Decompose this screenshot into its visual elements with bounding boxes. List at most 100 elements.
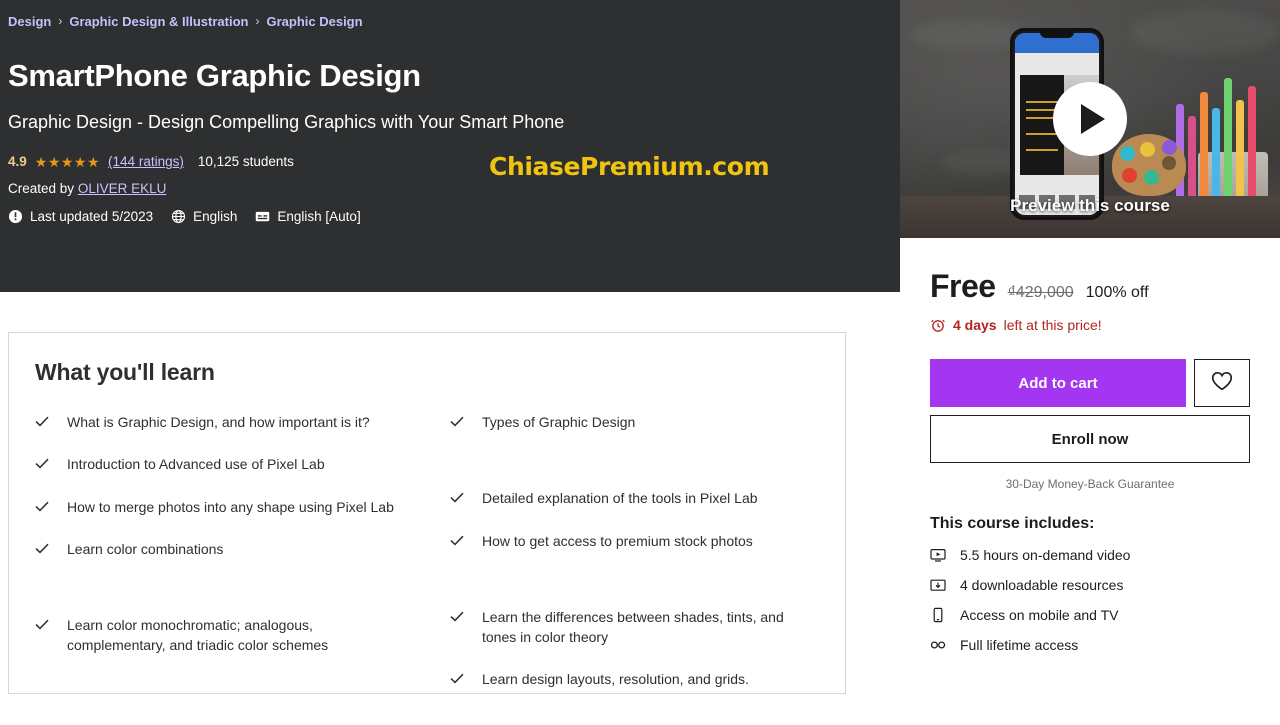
students-count: 10,125 students (197, 154, 294, 170)
page-title: SmartPhone Graphic Design (8, 58, 421, 93)
list-item-label: What is Graphic Design, and how importan… (67, 414, 370, 430)
instructor-link[interactable]: OLIVER EKLU (78, 181, 167, 196)
deadline-text: left at this price! (1003, 317, 1102, 333)
chalk-streak-decor (1130, 10, 1280, 55)
wishlist-button[interactable] (1194, 359, 1250, 407)
list-item-label: How to merge photos into any shape using… (67, 498, 394, 515)
learn-items-grid: What is Graphic Design, and how importan… (35, 412, 821, 712)
course-subtitle: Graphic Design - Design Compelling Graph… (8, 111, 565, 132)
course-includes-list: 5.5 hours on-demand video 4 downloadable… (930, 547, 1250, 653)
what-you-will-learn-title: What you'll learn (35, 359, 215, 385)
paint-palette-decor (1112, 134, 1186, 196)
paint-blob-decor (1140, 142, 1155, 157)
list-item: 4 downloadable resources (930, 577, 1250, 593)
check-icon (450, 488, 464, 508)
list-item: Access on mobile and TV (930, 607, 1250, 623)
language-meta: English (171, 209, 237, 224)
what-you-will-learn-panel: What you'll learn What is Graphic Design… (8, 332, 846, 694)
list-item-label: Full lifetime access (960, 637, 1079, 653)
list-item-label: How to get access to premium stock photo… (482, 532, 753, 549)
check-icon (450, 531, 464, 551)
learn-column-right: Types of Graphic Design Detailed explana… (450, 412, 821, 712)
download-icon (930, 577, 946, 593)
price-deadline: 4 days left at this price! (930, 317, 1250, 333)
list-item: Full lifetime access (930, 637, 1250, 653)
play-icon[interactable] (1053, 82, 1127, 156)
list-item: Learn color combinations (35, 539, 406, 559)
check-icon (35, 615, 49, 656)
exclamation-circle-icon (8, 209, 23, 224)
list-item: How to get access to premium stock photo… (450, 531, 821, 551)
alarm-clock-icon (930, 317, 946, 333)
pencil-decor (1248, 86, 1256, 204)
check-icon (35, 412, 49, 432)
infinity-icon (930, 637, 946, 653)
learn-column-left: What is Graphic Design, and how importan… (35, 412, 406, 712)
closed-caption-icon (255, 209, 270, 224)
original-price: ₫429,000 (1007, 284, 1074, 301)
last-updated-text: Last updated 5/2023 (30, 209, 154, 225)
list-item-label: Introduction to Advanced use of Pixel La… (67, 456, 325, 473)
language-text: English (193, 209, 238, 225)
globe-icon (171, 209, 186, 224)
deadline-days: 4 days (953, 317, 997, 333)
course-preview-video[interactable]: Preview this course (900, 0, 1280, 238)
created-by-row: Created by OLIVER EKLU (8, 181, 900, 196)
list-item-label: 4 downloadable resources (960, 577, 1124, 593)
check-icon (450, 412, 464, 432)
list-item-label: Detailed explanation of the tools in Pix… (482, 490, 758, 507)
check-icon (35, 454, 49, 474)
course-meta-row: Last updated 5/2023 English English [Aut… (8, 209, 900, 224)
check-icon (450, 607, 464, 648)
course-hero: Design › Graphic Design & Illustration ›… (0, 0, 900, 292)
preview-course-label: Preview this course (1010, 196, 1170, 215)
site-watermark: ChiasePremium.com (489, 152, 770, 181)
list-item-label: Types of Graphic Design (482, 414, 636, 430)
price-row: Free ₫429,000 100% off (930, 268, 1250, 305)
mobile-icon (930, 607, 946, 623)
discount-percent: 100% off (1085, 284, 1149, 301)
list-item: Learn color monochromatic; analogous, co… (35, 615, 406, 656)
breadcrumb-item-graphic-design[interactable]: Graphic Design (266, 14, 362, 29)
paint-blob-decor (1122, 168, 1137, 183)
last-updated-meta: Last updated 5/2023 (8, 209, 153, 224)
list-item: What is Graphic Design, and how importan… (35, 412, 406, 432)
video-icon (930, 547, 946, 563)
course-includes-title: This course includes: (930, 515, 1095, 532)
check-icon (35, 539, 49, 559)
breadcrumb: Design › Graphic Design & Illustration ›… (8, 12, 900, 30)
cta-row: Add to cart (930, 359, 1250, 407)
rating-value: 4.9 (8, 154, 27, 170)
list-item-label: Learn the differences between shades, ti… (482, 608, 784, 646)
breadcrumb-separator-icon: › (58, 14, 63, 28)
pencil-decor (1188, 116, 1196, 204)
check-icon (35, 497, 49, 517)
heart-icon (1211, 371, 1233, 396)
captions-text: English [Auto] (277, 209, 361, 225)
enroll-now-button[interactable]: Enroll now (930, 415, 1250, 463)
star-rating-icon: ★★★★★ (34, 153, 101, 170)
list-item-label: Learn color combinations (67, 540, 224, 557)
breadcrumb-item-graphic-design-illustration[interactable]: Graphic Design & Illustration (69, 14, 248, 29)
list-item: Learn the differences between shades, ti… (450, 607, 821, 648)
current-price: Free (930, 268, 996, 304)
breadcrumb-separator-icon: › (255, 14, 260, 28)
colored-pencils-decor (1112, 72, 1272, 204)
palette-thumb-hole (1162, 156, 1176, 170)
breadcrumb-item-design[interactable]: Design (8, 14, 51, 29)
paint-blob-decor (1144, 170, 1159, 185)
pencil-decor (1200, 92, 1208, 204)
pencil-decor (1236, 100, 1244, 204)
course-landing-page: Design › Graphic Design & Illustration ›… (0, 0, 1280, 725)
ratings-count-link[interactable]: (144 ratings) (108, 154, 184, 169)
course-purchase-sidebar: Preview this course Free ₫429,000 100% o… (900, 0, 1280, 725)
phone-notch-decor (1040, 31, 1074, 38)
list-item-label: Learn color monochromatic; analogous, co… (67, 617, 329, 654)
check-icon (450, 669, 464, 689)
list-item-label: 5.5 hours on-demand video (960, 547, 1131, 563)
list-item: Detailed explanation of the tools in Pix… (450, 488, 821, 508)
captions-meta: English [Auto] (255, 209, 361, 225)
add-to-cart-button[interactable]: Add to cart (930, 359, 1186, 407)
pencil-decor (1224, 78, 1232, 204)
list-item: How to merge photos into any shape using… (35, 497, 406, 517)
